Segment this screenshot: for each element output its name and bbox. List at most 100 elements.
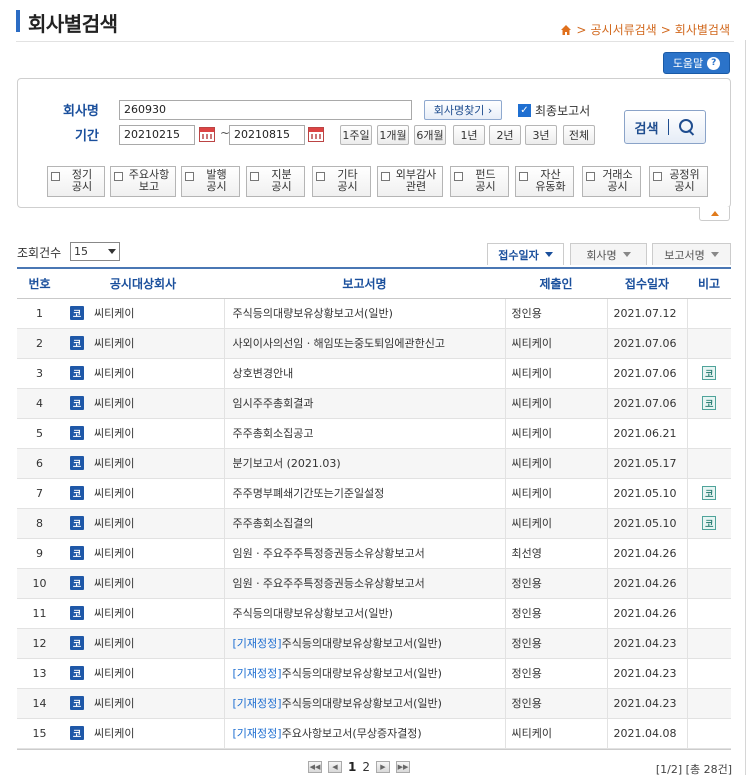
page-1[interactable]: 1: [348, 760, 356, 774]
breadcrumb-item-company-search[interactable]: 회사별검색: [675, 21, 730, 38]
period-1-month-button[interactable]: 1개월: [377, 125, 409, 145]
report-link[interactable]: 상호변경안내: [233, 367, 294, 380]
table-row[interactable]: 12 코 씨티케이 [기재정정]주식등의대량보유상황보고서(일반) 정인용 2021.04…: [17, 628, 731, 659]
report-link[interactable]: 임원ㆍ주요주주특정증권등소유상황보고서: [233, 547, 425, 560]
category-external-audit[interactable]: 외부감사 관련: [377, 166, 443, 197]
report-link[interactable]: 주식등의대량보유상황보고서(일반): [233, 607, 393, 620]
table-row[interactable]: 8 코 씨티케이 주주총회소집결의 씨티케이 2021.05.10 코: [17, 508, 731, 539]
company-link[interactable]: 씨티케이: [94, 697, 134, 710]
search-button[interactable]: 검색: [624, 110, 706, 144]
category-checkbox[interactable]: [454, 172, 463, 181]
checkbox-checked-icon[interactable]: ✓: [518, 104, 531, 117]
table-row[interactable]: 13 코 씨티케이 [기재정정]주식등의대량보유상황보고서(일반) 정인용 2021.04…: [17, 658, 731, 689]
report-link[interactable]: 임시주주총회결과: [233, 397, 314, 410]
company-link[interactable]: 씨티케이: [94, 727, 134, 740]
end-date-input[interactable]: 20210815: [229, 125, 305, 145]
company-input[interactable]: 260930: [119, 100, 412, 120]
kosdaq-note-icon[interactable]: 코: [702, 396, 717, 410]
category-other[interactable]: 기타 공시: [312, 166, 371, 197]
table-row[interactable]: 14 코 씨티케이 [기재정정]주식등의대량보유상황보고서(일반) 정인용 2021.04…: [17, 688, 731, 719]
sort-by-report-button[interactable]: 보고서명: [652, 243, 731, 265]
category-checkbox[interactable]: [316, 172, 325, 181]
home-icon[interactable]: [560, 24, 572, 36]
last-page-icon[interactable]: ▶▶: [396, 761, 410, 773]
report-link[interactable]: 주식등의대량보유상황보고서(일반): [282, 697, 442, 710]
find-company-button[interactable]: 회사명찾기 ›: [424, 100, 502, 120]
company-link[interactable]: 씨티케이: [94, 577, 134, 590]
report-link[interactable]: 주식등의대량보유상황보고서(일반): [282, 637, 442, 650]
category-major-matters[interactable]: 주요사항 보고: [110, 166, 176, 197]
category-equity[interactable]: 지분 공시: [246, 166, 305, 197]
company-link[interactable]: 씨티케이: [94, 367, 134, 380]
period-6-month-button[interactable]: 6개월: [414, 125, 446, 145]
category-checkbox[interactable]: [519, 172, 528, 181]
next-page-icon[interactable]: ▶: [376, 761, 390, 773]
report-link[interactable]: 주주총회소집공고: [233, 427, 314, 440]
category-checkbox[interactable]: [51, 172, 60, 181]
period-3-year-button[interactable]: 3년: [525, 125, 557, 145]
count-select[interactable]: 15: [70, 242, 120, 261]
company-link[interactable]: 씨티케이: [94, 517, 134, 530]
company-link[interactable]: 씨티케이: [94, 307, 134, 320]
report-link[interactable]: 주요사항보고서(무상증자결정): [282, 727, 422, 740]
report-link[interactable]: 주주명부폐쇄기간또는기준일설정: [233, 487, 385, 500]
report-link[interactable]: 임원ㆍ주요주주특정증권등소유상황보고서: [233, 577, 425, 590]
table-row[interactable]: 4 코 씨티케이 임시주주총회결과 씨티케이 2021.07.06 코: [17, 388, 731, 419]
report-link[interactable]: 주식등의대량보유상황보고서(일반): [282, 667, 442, 680]
breadcrumb-item-disclosure-search[interactable]: 공시서류검색: [590, 21, 656, 38]
calendar-icon[interactable]: [199, 127, 215, 142]
table-row[interactable]: 11 코 씨티케이 주식등의대량보유상황보고서(일반) 정인용 2021.04.26: [17, 598, 731, 629]
report-link[interactable]: 주식등의대량보유상황보고서(일반): [233, 307, 393, 320]
sort-by-date-button[interactable]: 접수일자: [487, 243, 564, 265]
table-row[interactable]: 5 코 씨티케이 주주총회소집공고 씨티케이 2021.06.21: [17, 418, 731, 449]
table-row[interactable]: 1 코 씨티케이 주식등의대량보유상황보고서(일반) 정인용 2021.07.12: [17, 298, 731, 329]
collapse-search-button[interactable]: [699, 207, 730, 221]
period-1-week-button[interactable]: 1주일: [340, 125, 372, 145]
category-issuance[interactable]: 발행 공시: [181, 166, 240, 197]
category-periodic[interactable]: 정기 공시: [47, 166, 105, 197]
page-2[interactable]: 2: [362, 760, 370, 774]
calendar-icon[interactable]: [308, 127, 324, 142]
category-exchange[interactable]: 거래소 공시: [582, 166, 641, 197]
category-checkbox[interactable]: [586, 172, 595, 181]
category-checkbox[interactable]: [653, 172, 662, 181]
kosdaq-note-icon[interactable]: 코: [702, 486, 717, 500]
table-row[interactable]: 10 코 씨티케이 임원ㆍ주요주주특정증권등소유상황보고서 정인용 2021.04.26: [17, 568, 731, 599]
period-all-button[interactable]: 전체: [563, 125, 595, 145]
company-link[interactable]: 씨티케이: [94, 397, 134, 410]
kosdaq-note-icon[interactable]: 코: [702, 516, 717, 530]
prev-page-icon[interactable]: ◀: [328, 761, 342, 773]
company-link[interactable]: 씨티케이: [94, 667, 134, 680]
company-link[interactable]: 씨티케이: [94, 337, 134, 350]
final-report-checkbox[interactable]: ✓ 최종보고서: [518, 102, 590, 119]
company-link[interactable]: 씨티케이: [94, 487, 134, 500]
table-row[interactable]: 6 코 씨티케이 분기보고서 (2021.03) 씨티케이 2021.05.17: [17, 448, 731, 479]
period-1-year-button[interactable]: 1년: [453, 125, 485, 145]
help-button[interactable]: 도움말 ?: [663, 52, 730, 74]
table-row[interactable]: 7 코 씨티케이 주주명부폐쇄기간또는기준일설정 씨티케이 2021.05.10 코: [17, 478, 731, 509]
first-page-icon[interactable]: ◀◀: [308, 761, 322, 773]
category-checkbox[interactable]: [250, 172, 259, 181]
company-link[interactable]: 씨티케이: [94, 457, 134, 470]
category-checkbox[interactable]: [381, 172, 390, 181]
report-link[interactable]: 주주총회소집결의: [233, 517, 314, 530]
report-link[interactable]: 사외이사의선임ㆍ해임또는중도퇴임에관한신고: [233, 337, 446, 350]
company-link[interactable]: 씨티케이: [94, 607, 134, 620]
company-link[interactable]: 씨티케이: [94, 637, 134, 650]
report-link[interactable]: 분기보고서 (2021.03): [233, 457, 341, 470]
company-link[interactable]: 씨티케이: [94, 427, 134, 440]
company-link[interactable]: 씨티케이: [94, 547, 134, 560]
table-row[interactable]: 9 코 씨티케이 임원ㆍ주요주주특정증권등소유상황보고서 최선영 2021.04.26: [17, 538, 731, 569]
category-checkbox[interactable]: [185, 172, 194, 181]
kosdaq-note-icon[interactable]: 코: [702, 366, 717, 380]
category-fund[interactable]: 펀드 공시: [450, 166, 509, 197]
table-row[interactable]: 15 코 씨티케이 [기재정정]주요사항보고서(무상증자결정) 씨티케이 2021.04.…: [17, 718, 731, 749]
category-ftc[interactable]: 공정위 공시: [649, 166, 708, 197]
period-2-year-button[interactable]: 2년: [489, 125, 521, 145]
table-row[interactable]: 3 코 씨티케이 상호변경안내 씨티케이 2021.07.06 코: [17, 358, 731, 389]
sort-by-company-button[interactable]: 회사명: [570, 243, 647, 265]
category-checkbox[interactable]: [114, 172, 123, 181]
table-row[interactable]: 2 코 씨티케이 사외이사의선임ㆍ해임또는중도퇴임에관한신고 씨티케이 2021.07.0…: [17, 328, 731, 359]
start-date-input[interactable]: 20210215: [119, 125, 195, 145]
category-asset-securitization[interactable]: 자산 유동화: [515, 166, 574, 197]
